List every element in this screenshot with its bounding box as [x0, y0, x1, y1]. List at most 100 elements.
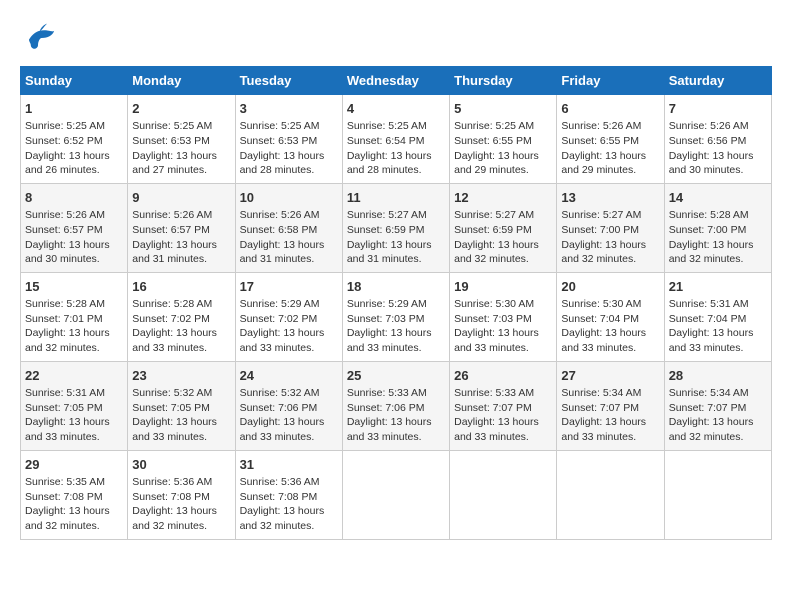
sunset: Sunset: 7:02 PM [240, 313, 318, 325]
calendar-day-cell: 14 Sunrise: 5:28 AM Sunset: 7:00 PM Dayl… [664, 183, 771, 272]
daylight: Daylight: 13 hours and 33 minutes. [561, 416, 646, 443]
sunrise: Sunrise: 5:29 AM [240, 298, 320, 310]
daylight: Daylight: 13 hours and 28 minutes. [240, 150, 325, 177]
calendar-day-cell: 31 Sunrise: 5:36 AM Sunset: 7:08 PM Dayl… [235, 450, 342, 539]
sunrise: Sunrise: 5:28 AM [132, 298, 212, 310]
weekday-header-cell: Sunday [21, 67, 128, 95]
weekday-header-cell: Tuesday [235, 67, 342, 95]
daylight: Daylight: 13 hours and 30 minutes. [669, 150, 754, 177]
daylight: Daylight: 13 hours and 33 minutes. [669, 327, 754, 354]
logo [20, 20, 60, 56]
calendar-day-cell: 28 Sunrise: 5:34 AM Sunset: 7:07 PM Dayl… [664, 361, 771, 450]
daylight: Daylight: 13 hours and 31 minutes. [240, 239, 325, 266]
sunset: Sunset: 7:08 PM [132, 491, 210, 503]
daylight: Daylight: 13 hours and 33 minutes. [454, 416, 539, 443]
sunrise: Sunrise: 5:36 AM [132, 476, 212, 488]
sunrise: Sunrise: 5:34 AM [669, 387, 749, 399]
day-number: 10 [240, 189, 338, 207]
day-number: 29 [25, 456, 123, 474]
daylight: Daylight: 13 hours and 32 minutes. [454, 239, 539, 266]
calendar-day-cell [557, 450, 664, 539]
calendar-day-cell: 17 Sunrise: 5:29 AM Sunset: 7:02 PM Dayl… [235, 272, 342, 361]
calendar-week-row: 1 Sunrise: 5:25 AM Sunset: 6:52 PM Dayli… [21, 95, 772, 184]
sunrise: Sunrise: 5:26 AM [25, 209, 105, 221]
weekday-header-row: SundayMondayTuesdayWednesdayThursdayFrid… [21, 67, 772, 95]
calendar-body: 1 Sunrise: 5:25 AM Sunset: 6:52 PM Dayli… [21, 95, 772, 540]
calendar-day-cell: 15 Sunrise: 5:28 AM Sunset: 7:01 PM Dayl… [21, 272, 128, 361]
day-number: 13 [561, 189, 659, 207]
calendar-week-row: 22 Sunrise: 5:31 AM Sunset: 7:05 PM Dayl… [21, 361, 772, 450]
sunset: Sunset: 7:06 PM [347, 402, 425, 414]
day-number: 7 [669, 100, 767, 118]
day-number: 12 [454, 189, 552, 207]
day-number: 24 [240, 367, 338, 385]
day-number: 8 [25, 189, 123, 207]
day-number: 21 [669, 278, 767, 296]
daylight: Daylight: 13 hours and 28 minutes. [347, 150, 432, 177]
sunrise: Sunrise: 5:33 AM [347, 387, 427, 399]
sunrise: Sunrise: 5:31 AM [669, 298, 749, 310]
calendar-day-cell: 6 Sunrise: 5:26 AM Sunset: 6:55 PM Dayli… [557, 95, 664, 184]
daylight: Daylight: 13 hours and 33 minutes. [347, 416, 432, 443]
daylight: Daylight: 13 hours and 27 minutes. [132, 150, 217, 177]
sunrise: Sunrise: 5:25 AM [454, 120, 534, 132]
day-number: 15 [25, 278, 123, 296]
daylight: Daylight: 13 hours and 32 minutes. [669, 416, 754, 443]
calendar-day-cell: 23 Sunrise: 5:32 AM Sunset: 7:05 PM Dayl… [128, 361, 235, 450]
sunset: Sunset: 7:04 PM [561, 313, 639, 325]
sunset: Sunset: 7:02 PM [132, 313, 210, 325]
sunrise: Sunrise: 5:25 AM [240, 120, 320, 132]
calendar-week-row: 8 Sunrise: 5:26 AM Sunset: 6:57 PM Dayli… [21, 183, 772, 272]
calendar-day-cell: 12 Sunrise: 5:27 AM Sunset: 6:59 PM Dayl… [450, 183, 557, 272]
sunset: Sunset: 7:04 PM [669, 313, 747, 325]
weekday-header-cell: Friday [557, 67, 664, 95]
calendar-day-cell: 7 Sunrise: 5:26 AM Sunset: 6:56 PM Dayli… [664, 95, 771, 184]
calendar-day-cell: 24 Sunrise: 5:32 AM Sunset: 7:06 PM Dayl… [235, 361, 342, 450]
daylight: Daylight: 13 hours and 32 minutes. [240, 505, 325, 532]
sunrise: Sunrise: 5:27 AM [454, 209, 534, 221]
sunset: Sunset: 7:08 PM [240, 491, 318, 503]
daylight: Daylight: 13 hours and 33 minutes. [240, 416, 325, 443]
sunset: Sunset: 6:57 PM [132, 224, 210, 236]
sunset: Sunset: 6:57 PM [25, 224, 103, 236]
daylight: Daylight: 13 hours and 33 minutes. [561, 327, 646, 354]
day-number: 6 [561, 100, 659, 118]
daylight: Daylight: 13 hours and 32 minutes. [25, 327, 110, 354]
daylight: Daylight: 13 hours and 32 minutes. [669, 239, 754, 266]
sunrise: Sunrise: 5:25 AM [132, 120, 212, 132]
sunset: Sunset: 6:53 PM [132, 135, 210, 147]
calendar-day-cell: 11 Sunrise: 5:27 AM Sunset: 6:59 PM Dayl… [342, 183, 449, 272]
calendar-day-cell: 2 Sunrise: 5:25 AM Sunset: 6:53 PM Dayli… [128, 95, 235, 184]
sunrise: Sunrise: 5:36 AM [240, 476, 320, 488]
sunset: Sunset: 6:58 PM [240, 224, 318, 236]
day-number: 20 [561, 278, 659, 296]
calendar-day-cell: 30 Sunrise: 5:36 AM Sunset: 7:08 PM Dayl… [128, 450, 235, 539]
calendar-table: SundayMondayTuesdayWednesdayThursdayFrid… [20, 66, 772, 540]
daylight: Daylight: 13 hours and 33 minutes. [132, 416, 217, 443]
calendar-day-cell: 5 Sunrise: 5:25 AM Sunset: 6:55 PM Dayli… [450, 95, 557, 184]
daylight: Daylight: 13 hours and 32 minutes. [561, 239, 646, 266]
sunset: Sunset: 6:56 PM [669, 135, 747, 147]
sunset: Sunset: 6:59 PM [454, 224, 532, 236]
weekday-header-cell: Wednesday [342, 67, 449, 95]
sunset: Sunset: 7:06 PM [240, 402, 318, 414]
day-number: 23 [132, 367, 230, 385]
calendar-day-cell: 1 Sunrise: 5:25 AM Sunset: 6:52 PM Dayli… [21, 95, 128, 184]
sunset: Sunset: 6:55 PM [454, 135, 532, 147]
sunset: Sunset: 7:07 PM [561, 402, 639, 414]
sunset: Sunset: 7:00 PM [669, 224, 747, 236]
sunrise: Sunrise: 5:26 AM [240, 209, 320, 221]
sunrise: Sunrise: 5:30 AM [561, 298, 641, 310]
sunset: Sunset: 6:52 PM [25, 135, 103, 147]
day-number: 17 [240, 278, 338, 296]
sunrise: Sunrise: 5:27 AM [561, 209, 641, 221]
day-number: 22 [25, 367, 123, 385]
sunrise: Sunrise: 5:28 AM [669, 209, 749, 221]
day-number: 19 [454, 278, 552, 296]
sunset: Sunset: 7:08 PM [25, 491, 103, 503]
calendar-day-cell: 18 Sunrise: 5:29 AM Sunset: 7:03 PM Dayl… [342, 272, 449, 361]
daylight: Daylight: 13 hours and 29 minutes. [561, 150, 646, 177]
calendar-day-cell [664, 450, 771, 539]
calendar-day-cell: 16 Sunrise: 5:28 AM Sunset: 7:02 PM Dayl… [128, 272, 235, 361]
sunrise: Sunrise: 5:31 AM [25, 387, 105, 399]
